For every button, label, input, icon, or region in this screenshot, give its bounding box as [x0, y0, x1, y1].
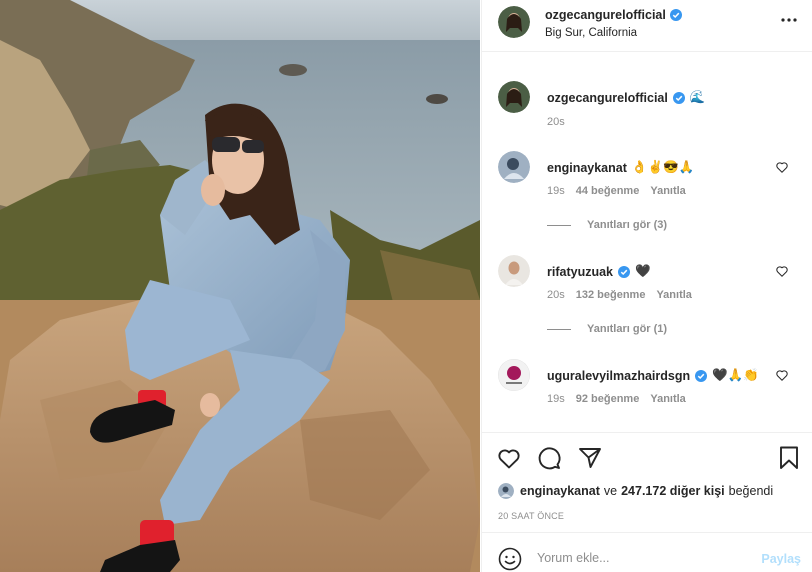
commenter-avatar[interactable] — [498, 151, 530, 183]
reply-button[interactable]: Yanıtla — [650, 393, 685, 405]
comment-time[interactable]: 20s — [547, 289, 565, 301]
author-username-row[interactable]: ozgecangurelofficial — [545, 8, 682, 22]
like-comment-heart-icon[interactable] — [775, 368, 789, 382]
commenter-avatar[interactable] — [498, 359, 530, 391]
comment-line: uguralevyilmazhairdsgn 🖤🙏👏 — [547, 368, 759, 383]
comment-likes[interactable]: 44 beğenme — [576, 185, 640, 197]
liker-avatar[interactable] — [498, 483, 514, 499]
post-photo[interactable] — [0, 0, 480, 572]
comment-likes[interactable]: 92 beğenme — [576, 393, 640, 405]
like-comment-heart-icon[interactable] — [775, 160, 789, 174]
view-replies-label[interactable]: Yanıtları gör (3) — [587, 219, 667, 231]
comment-input[interactable] — [537, 545, 747, 571]
comment-text: 🖤 — [635, 264, 651, 278]
commenter-avatar[interactable] — [498, 255, 530, 287]
comment-text: 👌✌😎🙏 — [631, 160, 695, 174]
likes-summary: enginaykanat ve 247.172 diğer kişi beğen… — [498, 483, 773, 499]
post-comment-button[interactable]: Paylaş — [761, 552, 801, 566]
liker-username[interactable]: enginaykanat — [520, 484, 600, 498]
replies-dash — [547, 224, 571, 226]
caption-line: ozgecangurelofficial 🌊 — [547, 90, 705, 105]
emoji-smile-icon[interactable] — [498, 547, 522, 571]
comment-username[interactable]: enginaykanat — [547, 161, 627, 175]
caption-username[interactable]: ozgecangurelofficial — [547, 91, 668, 105]
likes-suffix: beğendi — [728, 484, 774, 498]
comment-text: 🖤🙏👏 — [712, 368, 759, 382]
author-avatar[interactable] — [498, 6, 530, 38]
likes-others-count[interactable]: 247.172 diğer kişi — [621, 484, 725, 498]
caption-time[interactable]: 20s — [547, 116, 565, 128]
view-replies-label[interactable]: Yanıtları gör (1) — [587, 323, 667, 335]
post-side-panel: ozgecangurelofficial Big Sur, California… — [481, 0, 812, 572]
view-replies-button[interactable]: Yanıtları gör (1) — [547, 323, 667, 335]
more-options-icon[interactable] — [779, 13, 799, 27]
comment-time[interactable]: 19s — [547, 185, 565, 197]
caption-text: 🌊 — [689, 90, 706, 104]
verified-badge-icon — [672, 91, 685, 104]
comment-line: rifatyuzuak 🖤 — [547, 264, 651, 279]
add-comment-bar: Paylaş — [482, 532, 812, 572]
post-actions: enginaykanat ve 247.172 diğer kişi beğen… — [482, 432, 812, 572]
comment-bubble-icon[interactable] — [536, 445, 562, 471]
save-bookmark-icon[interactable] — [776, 445, 802, 471]
comment-time[interactable]: 19s — [547, 393, 565, 405]
like-comment-heart-icon[interactable] — [775, 264, 789, 278]
comment-username[interactable]: rifatyuzuak — [547, 265, 613, 279]
post-header: ozgecangurelofficial Big Sur, California — [482, 0, 812, 52]
comment-meta: 20s 132 beğenme Yanıtla — [547, 289, 692, 301]
caption-avatar[interactable] — [498, 81, 530, 113]
comment-line: enginaykanat 👌✌😎🙏 — [547, 160, 694, 175]
reply-button[interactable]: Yanıtla — [656, 289, 691, 301]
comment-username[interactable]: uguralevyilmazhairdsgn — [547, 369, 690, 383]
comment-meta: 19s 44 beğenme Yanıtla — [547, 185, 686, 197]
author-username[interactable]: ozgecangurelofficial — [545, 8, 666, 22]
verified-badge-icon — [618, 265, 630, 278]
share-send-icon[interactable] — [577, 445, 603, 471]
replies-dash — [547, 328, 571, 330]
post-image — [0, 0, 480, 572]
comment-meta: 19s 92 beğenme Yanıtla — [547, 393, 686, 405]
view-replies-button[interactable]: Yanıtları gör (3) — [547, 219, 667, 231]
post-timestamp[interactable]: 20 SAAT ÖNCE — [498, 511, 564, 521]
likes-connector: ve — [603, 484, 618, 498]
comment-likes[interactable]: 132 beğenme — [576, 289, 646, 301]
like-heart-icon[interactable] — [496, 445, 522, 471]
comments-list[interactable]: ozgecangurelofficial 🌊 20s enginaykanat … — [482, 66, 812, 436]
verified-badge-icon — [669, 9, 682, 21]
post-location[interactable]: Big Sur, California — [545, 27, 637, 39]
reply-button[interactable]: Yanıtla — [650, 185, 685, 197]
verified-badge-icon — [695, 369, 708, 382]
caption-meta: 20s — [547, 116, 565, 128]
